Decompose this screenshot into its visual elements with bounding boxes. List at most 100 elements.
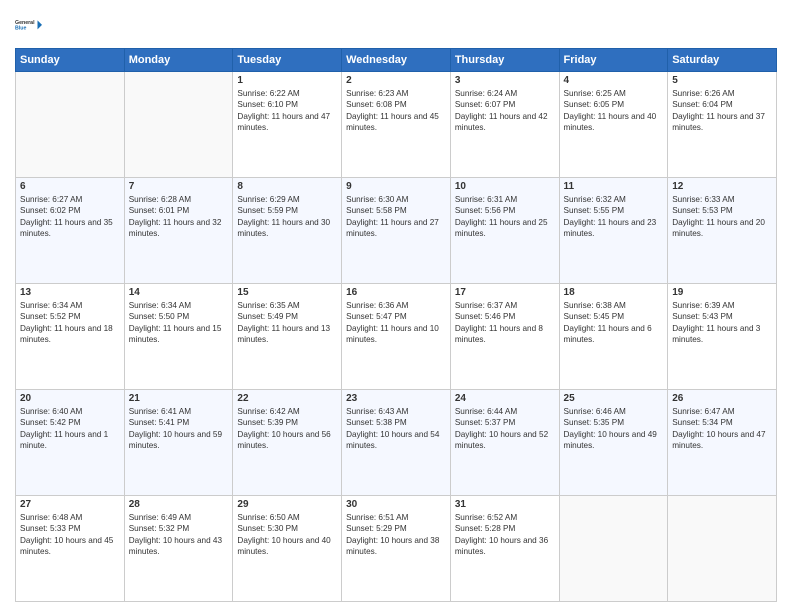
day-info: Sunrise: 6:51 AM Sunset: 5:29 PM Dayligh…: [346, 512, 446, 558]
day-info: Sunrise: 6:36 AM Sunset: 5:47 PM Dayligh…: [346, 300, 446, 346]
day-number: 13: [20, 287, 120, 298]
day-info: Sunrise: 6:39 AM Sunset: 5:43 PM Dayligh…: [672, 300, 772, 346]
day-number: 8: [237, 181, 337, 192]
day-number: 4: [564, 75, 664, 86]
calendar-cell: 21 Sunrise: 6:41 AM Sunset: 5:41 PM Dayli…: [124, 390, 233, 496]
day-info: Sunrise: 6:29 AM Sunset: 5:59 PM Dayligh…: [237, 194, 337, 240]
day-number: 11: [564, 181, 664, 192]
day-info: Sunrise: 6:23 AM Sunset: 6:08 PM Dayligh…: [346, 88, 446, 134]
svg-text:Blue: Blue: [15, 26, 26, 32]
calendar-cell: 17 Sunrise: 6:37 AM Sunset: 5:46 PM Dayli…: [450, 284, 559, 390]
day-number: 27: [20, 499, 120, 510]
day-number: 22: [237, 393, 337, 404]
day-number: 31: [455, 499, 555, 510]
day-info: Sunrise: 6:43 AM Sunset: 5:38 PM Dayligh…: [346, 406, 446, 452]
header: GeneralBlue: [15, 10, 777, 40]
calendar-cell: 27 Sunrise: 6:48 AM Sunset: 5:33 PM Dayli…: [16, 496, 125, 602]
day-info: Sunrise: 6:44 AM Sunset: 5:37 PM Dayligh…: [455, 406, 555, 452]
calendar-week-row: 13Sunrise: 6:34 AM Sunset: 5:52 PM Dayli…: [16, 284, 777, 390]
day-number: 19: [672, 287, 772, 298]
calendar-week-row: 20Sunrise: 6:40 AM Sunset: 5:42 PM Dayli…: [16, 390, 777, 496]
calendar-cell: 31 Sunrise: 6:52 AM Sunset: 5:28 PM Dayli…: [450, 496, 559, 602]
day-number: 6: [20, 181, 120, 192]
day-number: 17: [455, 287, 555, 298]
calendar-day-header: Wednesday: [342, 49, 451, 72]
calendar-cell: 20Sunrise: 6:40 AM Sunset: 5:42 PM Dayli…: [16, 390, 125, 496]
day-info: Sunrise: 6:38 AM Sunset: 5:45 PM Dayligh…: [564, 300, 664, 346]
calendar-cell: 24 Sunrise: 6:44 AM Sunset: 5:37 PM Dayli…: [450, 390, 559, 496]
calendar-day-header: Monday: [124, 49, 233, 72]
logo-icon: GeneralBlue: [15, 10, 45, 40]
calendar-week-row: 6 Sunrise: 6:27 AM Sunset: 6:02 PM Daylig…: [16, 178, 777, 284]
calendar-week-row: 27 Sunrise: 6:48 AM Sunset: 5:33 PM Dayli…: [16, 496, 777, 602]
calendar-cell: 14 Sunrise: 6:34 AM Sunset: 5:50 PM Dayli…: [124, 284, 233, 390]
calendar-cell: 18 Sunrise: 6:38 AM Sunset: 5:45 PM Dayli…: [559, 284, 668, 390]
day-info: Sunrise: 6:33 AM Sunset: 5:53 PM Dayligh…: [672, 194, 772, 240]
day-info: Sunrise: 6:48 AM Sunset: 5:33 PM Dayligh…: [20, 512, 120, 558]
calendar-cell: [559, 496, 668, 602]
day-info: Sunrise: 6:27 AM Sunset: 6:02 PM Dayligh…: [20, 194, 120, 240]
day-number: 16: [346, 287, 446, 298]
day-info: Sunrise: 6:35 AM Sunset: 5:49 PM Dayligh…: [237, 300, 337, 346]
calendar-cell: 11Sunrise: 6:32 AM Sunset: 5:55 PM Dayli…: [559, 178, 668, 284]
day-number: 28: [129, 499, 229, 510]
day-info: Sunrise: 6:46 AM Sunset: 5:35 PM Dayligh…: [564, 406, 664, 452]
calendar-cell: 22 Sunrise: 6:42 AM Sunset: 5:39 PM Dayli…: [233, 390, 342, 496]
calendar-cell: 28 Sunrise: 6:49 AM Sunset: 5:32 PM Dayli…: [124, 496, 233, 602]
calendar-cell: 8 Sunrise: 6:29 AM Sunset: 5:59 PM Daylig…: [233, 178, 342, 284]
calendar-cell: 29Sunrise: 6:50 AM Sunset: 5:30 PM Dayli…: [233, 496, 342, 602]
calendar-cell: 23 Sunrise: 6:43 AM Sunset: 5:38 PM Dayli…: [342, 390, 451, 496]
calendar-cell: 3Sunrise: 6:24 AM Sunset: 6:07 PM Daylig…: [450, 72, 559, 178]
day-number: 23: [346, 393, 446, 404]
day-number: 15: [237, 287, 337, 298]
day-info: Sunrise: 6:41 AM Sunset: 5:41 PM Dayligh…: [129, 406, 229, 452]
day-number: 24: [455, 393, 555, 404]
calendar-cell: [16, 72, 125, 178]
day-number: 9: [346, 181, 446, 192]
calendar-cell: 2 Sunrise: 6:23 AM Sunset: 6:08 PM Daylig…: [342, 72, 451, 178]
day-info: Sunrise: 6:37 AM Sunset: 5:46 PM Dayligh…: [455, 300, 555, 346]
calendar-day-header: Sunday: [16, 49, 125, 72]
day-info: Sunrise: 6:47 AM Sunset: 5:34 PM Dayligh…: [672, 406, 772, 452]
day-number: 10: [455, 181, 555, 192]
day-number: 21: [129, 393, 229, 404]
day-number: 2: [346, 75, 446, 86]
calendar-cell: 5 Sunrise: 6:26 AM Sunset: 6:04 PM Daylig…: [668, 72, 777, 178]
calendar-cell: [124, 72, 233, 178]
calendar-cell: 7 Sunrise: 6:28 AM Sunset: 6:01 PM Daylig…: [124, 178, 233, 284]
calendar-cell: 10 Sunrise: 6:31 AM Sunset: 5:56 PM Dayli…: [450, 178, 559, 284]
calendar-cell: 16 Sunrise: 6:36 AM Sunset: 5:47 PM Dayli…: [342, 284, 451, 390]
calendar-cell: 26 Sunrise: 6:47 AM Sunset: 5:34 PM Dayli…: [668, 390, 777, 496]
calendar-cell: 30 Sunrise: 6:51 AM Sunset: 5:29 PM Dayli…: [342, 496, 451, 602]
day-number: 30: [346, 499, 446, 510]
day-number: 20: [20, 393, 120, 404]
calendar-day-header: Saturday: [668, 49, 777, 72]
page: GeneralBlue SundayMondayTuesdayWednesday…: [0, 0, 792, 612]
calendar-header-row: SundayMondayTuesdayWednesdayThursdayFrid…: [16, 49, 777, 72]
day-info: Sunrise: 6:25 AM Sunset: 6:05 PM Dayligh…: [564, 88, 664, 134]
day-number: 18: [564, 287, 664, 298]
svg-text:General: General: [15, 20, 35, 26]
calendar-day-header: Thursday: [450, 49, 559, 72]
day-number: 5: [672, 75, 772, 86]
calendar-day-header: Friday: [559, 49, 668, 72]
day-info: Sunrise: 6:52 AM Sunset: 5:28 PM Dayligh…: [455, 512, 555, 558]
logo: GeneralBlue: [15, 10, 45, 40]
day-info: Sunrise: 6:26 AM Sunset: 6:04 PM Dayligh…: [672, 88, 772, 134]
day-info: Sunrise: 6:50 AM Sunset: 5:30 PM Dayligh…: [237, 512, 337, 558]
calendar-cell: 1Sunrise: 6:22 AM Sunset: 6:10 PM Daylig…: [233, 72, 342, 178]
day-info: Sunrise: 6:24 AM Sunset: 6:07 PM Dayligh…: [455, 88, 555, 134]
day-info: Sunrise: 6:34 AM Sunset: 5:50 PM Dayligh…: [129, 300, 229, 346]
day-info: Sunrise: 6:49 AM Sunset: 5:32 PM Dayligh…: [129, 512, 229, 558]
day-number: 12: [672, 181, 772, 192]
calendar-day-header: Tuesday: [233, 49, 342, 72]
day-info: Sunrise: 6:31 AM Sunset: 5:56 PM Dayligh…: [455, 194, 555, 240]
day-info: Sunrise: 6:30 AM Sunset: 5:58 PM Dayligh…: [346, 194, 446, 240]
day-number: 14: [129, 287, 229, 298]
day-info: Sunrise: 6:28 AM Sunset: 6:01 PM Dayligh…: [129, 194, 229, 240]
day-info: Sunrise: 6:22 AM Sunset: 6:10 PM Dayligh…: [237, 88, 337, 134]
day-number: 26: [672, 393, 772, 404]
day-number: 7: [129, 181, 229, 192]
calendar-cell: 12 Sunrise: 6:33 AM Sunset: 5:53 PM Dayli…: [668, 178, 777, 284]
day-info: Sunrise: 6:42 AM Sunset: 5:39 PM Dayligh…: [237, 406, 337, 452]
